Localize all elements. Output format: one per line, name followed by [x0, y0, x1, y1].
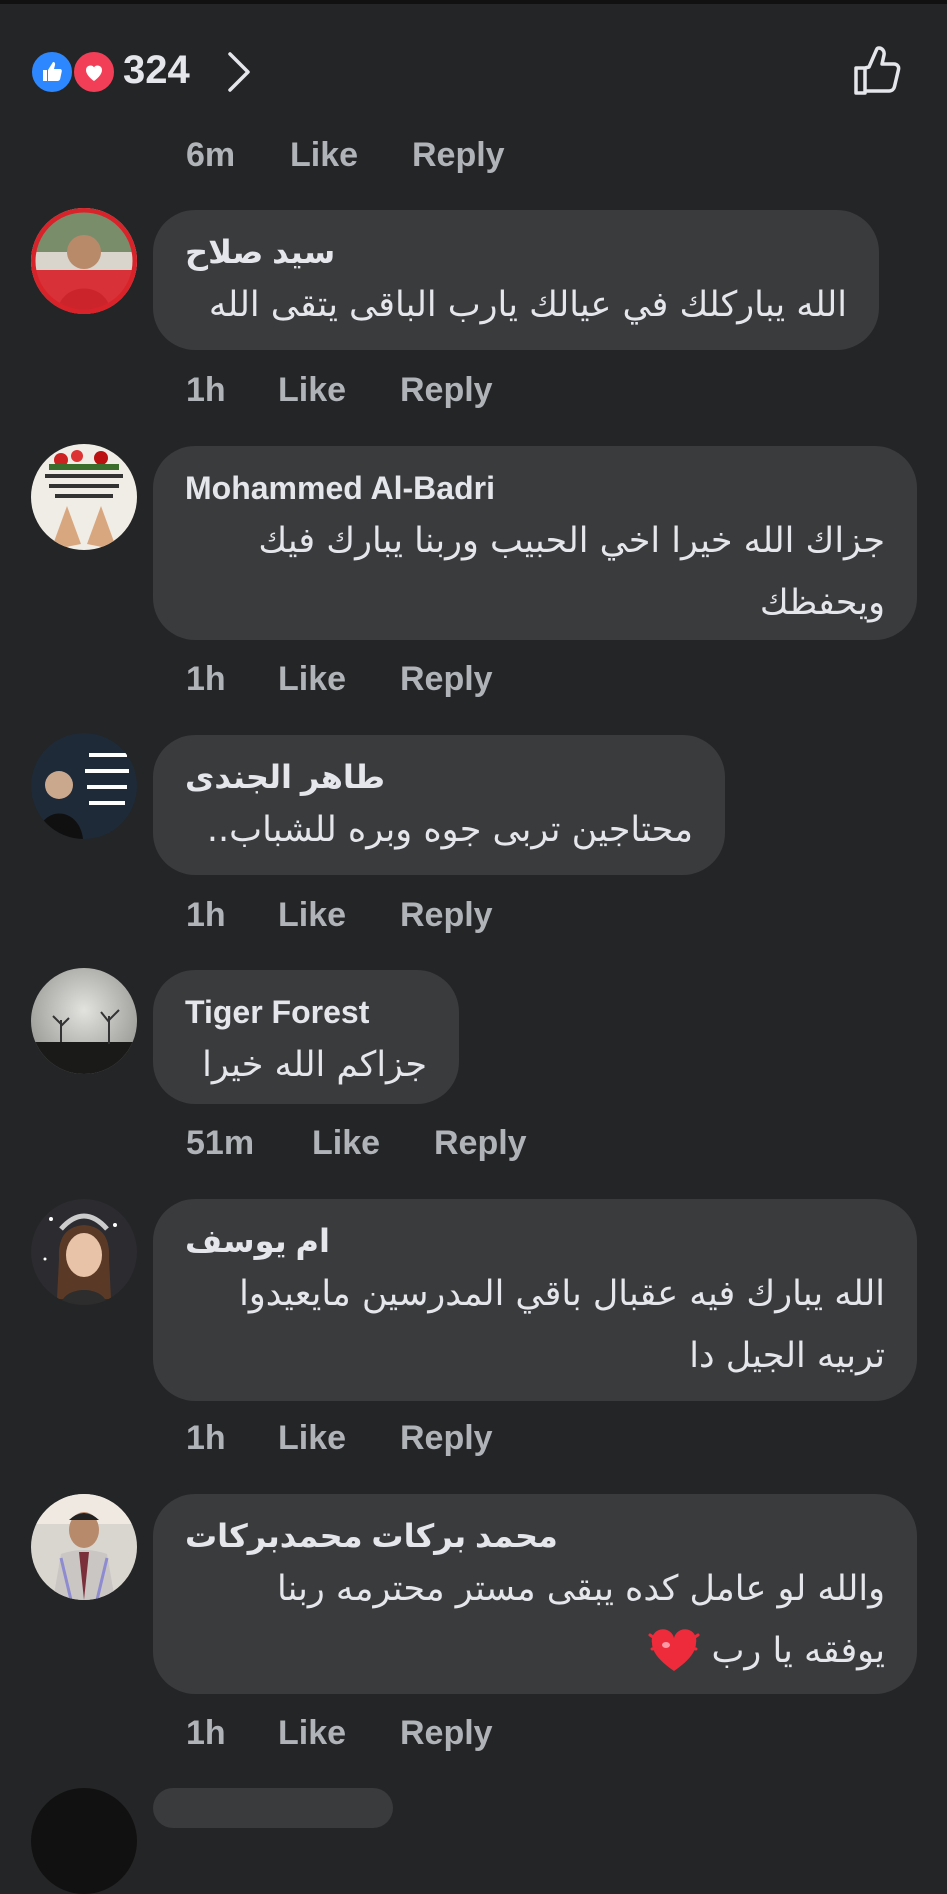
- thumbs-up-icon[interactable]: [851, 44, 905, 98]
- like-link[interactable]: Like: [278, 896, 346, 935]
- avatar[interactable]: [31, 444, 137, 550]
- avatar[interactable]: [31, 1788, 137, 1894]
- comment-author[interactable]: محمد بركات محمدبركات: [185, 1514, 885, 1558]
- comment-text-line: والله لو عامل كده يبقى مستر محترمه ربنا: [276, 1569, 885, 1609]
- chevron-right-icon[interactable]: [224, 48, 254, 96]
- comment-text-line: الله يبارك فيه عقبال باقي المدرسين مايعي…: [239, 1274, 885, 1314]
- comment-author[interactable]: Mohammed Al-Badri: [185, 466, 885, 510]
- timestamp: 1h: [186, 1419, 226, 1457]
- comment-text-segment: يوفقه يا رب: [711, 1631, 885, 1671]
- comment-bubble[interactable]: محمد بركات محمدبركات والله لو عامل كده ي…: [153, 1494, 917, 1694]
- comment-text-line: جزاك الله خيرا اخي الحبيب وربنا يبارك في…: [258, 521, 885, 561]
- comment-author[interactable]: ام يوسف: [185, 1219, 885, 1263]
- timestamp: 51m: [186, 1124, 255, 1162]
- reactions-header: 324: [0, 0, 947, 134]
- reply-link[interactable]: Reply: [400, 660, 493, 699]
- reaction-count[interactable]: 324: [123, 48, 190, 93]
- comment-bubble[interactable]: Tiger Forest جزاكم الله خيرا: [153, 970, 459, 1104]
- avatar[interactable]: [31, 733, 137, 839]
- comment-author[interactable]: طاهر الجندى: [185, 755, 693, 799]
- comment-text-line: تربيه الجيل دا: [689, 1336, 885, 1376]
- comment-author[interactable]: سيد صلاح: [185, 230, 847, 274]
- reply-link[interactable]: Reply: [400, 896, 493, 935]
- comment-text: الله يباركلك في عيالك يارب الباقى يتقى ا…: [208, 285, 847, 325]
- avatar[interactable]: [31, 968, 137, 1074]
- comment-bubble[interactable]: [153, 1788, 393, 1828]
- reply-link[interactable]: Reply: [412, 136, 505, 175]
- like-link[interactable]: Like: [278, 1419, 346, 1458]
- like-link[interactable]: Like: [278, 371, 346, 410]
- reply-link[interactable]: Reply: [434, 1124, 527, 1163]
- timestamp: 6m: [186, 136, 236, 174]
- timestamp: 1h: [186, 896, 226, 934]
- comment-text: محتاجين تربى جوه وبره للشباب..: [206, 810, 693, 850]
- reply-link[interactable]: Reply: [400, 1714, 493, 1753]
- avatar[interactable]: [31, 1494, 137, 1600]
- like-reaction-icon[interactable]: [30, 50, 74, 94]
- comment-text-line-2: يوفقه يا رب: [185, 1620, 885, 1682]
- comment-bubble[interactable]: طاهر الجندى محتاجين تربى جوه وبره للشباب…: [153, 735, 725, 875]
- reply-link[interactable]: Reply: [400, 1419, 493, 1458]
- comment-text: جزاكم الله خيرا: [202, 1045, 427, 1085]
- love-reaction-icon[interactable]: [72, 50, 116, 94]
- comment-author[interactable]: Tiger Forest: [185, 990, 427, 1034]
- like-link[interactable]: Like: [278, 660, 346, 699]
- timestamp: 1h: [186, 371, 226, 409]
- comment-text-line: ويحفظك: [759, 583, 885, 623]
- reply-link[interactable]: Reply: [400, 371, 493, 410]
- timestamp: 1h: [186, 1714, 226, 1752]
- timestamp: 1h: [186, 660, 226, 698]
- avatar[interactable]: [31, 208, 137, 314]
- like-link[interactable]: Like: [290, 136, 358, 175]
- like-link[interactable]: Like: [278, 1714, 346, 1753]
- avatar[interactable]: [31, 1199, 137, 1305]
- like-link[interactable]: Like: [312, 1124, 380, 1163]
- beating-heart-icon: [648, 1629, 700, 1671]
- comment-bubble[interactable]: ام يوسف الله يبارك فيه عقبال باقي المدرس…: [153, 1199, 917, 1401]
- comment-bubble[interactable]: Mohammed Al-Badri جزاك الله خيرا اخي الح…: [153, 446, 917, 640]
- comment-bubble[interactable]: سيد صلاح الله يباركلك في عيالك يارب البا…: [153, 210, 879, 350]
